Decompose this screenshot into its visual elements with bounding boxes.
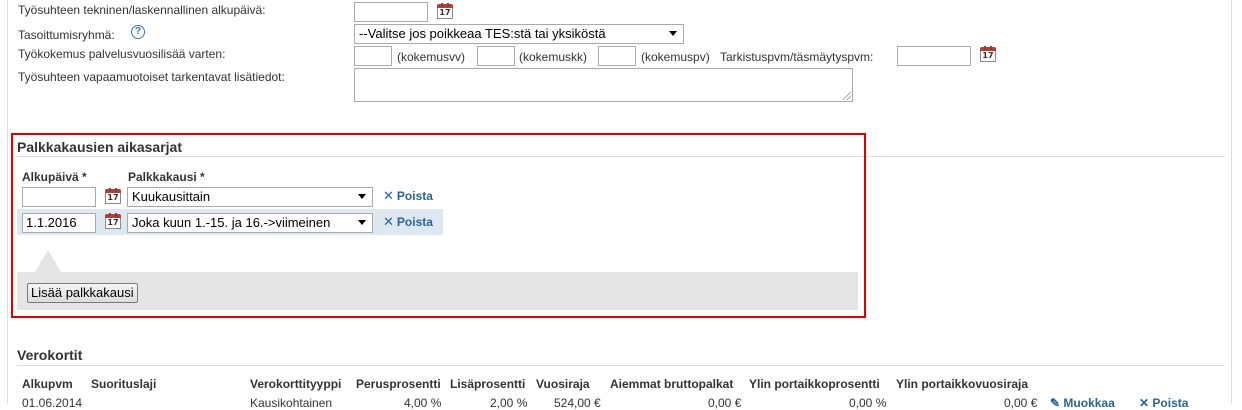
exp-days-input[interactable] bbox=[598, 46, 636, 66]
tax-top-limit-cell: 0,00 € bbox=[1004, 396, 1038, 410]
check-date-label: Tarkistuspvm/täsmäytyspvm: bbox=[720, 50, 874, 64]
right-border bbox=[1231, 0, 1232, 404]
tax-col-extra-pct: Lisäprosentti bbox=[450, 377, 526, 391]
tax-top-pct-cell: 0,00 % bbox=[849, 396, 887, 410]
check-date-input[interactable] bbox=[897, 46, 971, 66]
exp-months-unit: (kokemuskk) bbox=[519, 50, 588, 64]
calendar-icon[interactable]: 17 bbox=[980, 46, 996, 62]
leveling-group-selected: --Valitse jos poikkeaa TES:stä tai yksik… bbox=[359, 26, 606, 41]
leveling-group-label: Tasoittumisryhmä: bbox=[18, 28, 115, 42]
remove-label: Poista bbox=[1152, 396, 1189, 410]
edit-label: Muokkaa bbox=[1063, 396, 1115, 410]
tax-col-card-type: Verokorttityyppi bbox=[250, 377, 342, 391]
resize-handle-icon[interactable] bbox=[843, 92, 851, 100]
tax-card-type-cell: Kausikohtainen bbox=[250, 396, 333, 410]
tax-col-base-pct: Perusprosentti bbox=[356, 377, 441, 391]
tax-prev-gross-cell: 0,00 € bbox=[708, 396, 742, 410]
tax-col-type: Suorituslaji bbox=[91, 377, 157, 391]
left-border bbox=[7, 0, 8, 404]
tax-col-top-pct: Ylin portaikkoprosentti bbox=[749, 377, 880, 391]
experience-label: Työkokemus palvelusvuosilisää varten: bbox=[18, 47, 226, 61]
leveling-group-select[interactable]: --Valitse jos poikkeaa TES:stä tai yksik… bbox=[354, 24, 684, 44]
highlight-frame bbox=[11, 133, 866, 318]
tax-extra-pct-cell: 2,00 % bbox=[490, 396, 528, 410]
chevron-down-icon bbox=[669, 31, 677, 36]
tax-start-cell: 01.06.2014 bbox=[22, 396, 83, 410]
exp-months-input[interactable] bbox=[477, 46, 515, 66]
pencil-icon: ✎ bbox=[1050, 396, 1061, 410]
tax-col-prev-gross: Aiemmat bruttopalkat bbox=[610, 377, 734, 391]
calendar-icon[interactable]: 17 bbox=[437, 3, 453, 19]
extra-info-label: Työsuhteen vapaamuotoiset tarkentavat li… bbox=[18, 70, 285, 84]
start-date-label: Työsuhteen tekninen/laskennallinen alkup… bbox=[18, 3, 266, 17]
remove-tax-card-link[interactable]: ✕ Poista bbox=[1139, 396, 1188, 410]
tax-base-pct-cell: 4,00 % bbox=[404, 396, 442, 410]
tax-col-year-limit: Vuosiraja bbox=[536, 377, 590, 391]
edit-tax-card-link[interactable]: ✎ Muokkaa bbox=[1050, 396, 1115, 410]
extra-info-textarea[interactable] bbox=[354, 68, 853, 102]
start-date-input[interactable] bbox=[354, 2, 428, 22]
exp-days-unit: (kokemuspv) bbox=[641, 50, 710, 64]
close-icon: ✕ bbox=[1139, 396, 1150, 410]
tax-col-top-limit: Ylin portaikkovuosiraja bbox=[896, 377, 1029, 391]
section-divider bbox=[17, 365, 1225, 366]
tax-year-limit-cell: 524,00 € bbox=[554, 396, 601, 410]
tax-col-start: Alkupvm bbox=[22, 377, 73, 391]
help-icon[interactable]: ? bbox=[131, 25, 145, 39]
exp-years-unit: (kokemusvv) bbox=[397, 50, 466, 64]
tax-cards-title: Verokortit bbox=[17, 347, 83, 363]
exp-years-input[interactable] bbox=[354, 46, 392, 66]
